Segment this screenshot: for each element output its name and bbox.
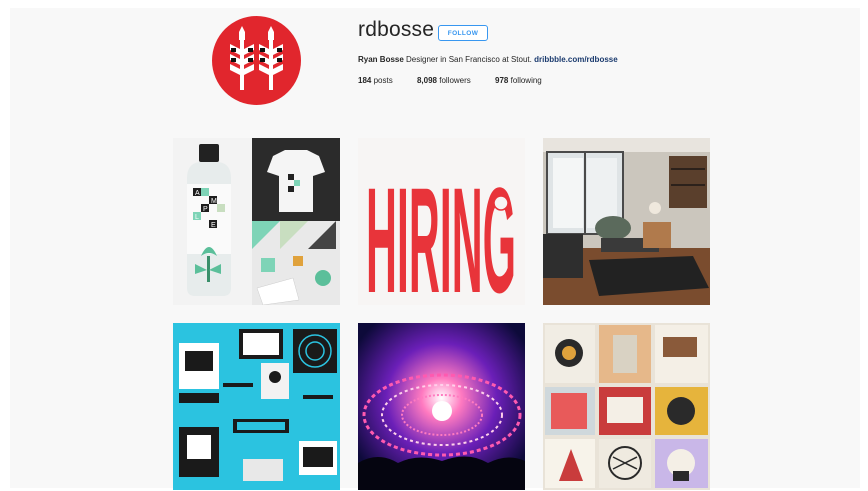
bio-text: Designer in San Francisco at Stout.	[406, 55, 532, 64]
post-living-room[interactable]	[543, 138, 710, 305]
hiring-text: HIRING	[366, 156, 516, 305]
post-illustration-collage[interactable]	[543, 323, 710, 490]
post-concert-stage[interactable]	[358, 323, 525, 490]
following-label: following	[510, 76, 542, 85]
ample-letter-e: E	[211, 222, 216, 229]
following-count: 978	[495, 76, 509, 85]
following-stat[interactable]: 978 following	[495, 76, 542, 85]
username: rdbosse	[358, 18, 435, 41]
wheat-logo-icon	[230, 26, 283, 90]
followers-stat[interactable]: 8,098 followers	[417, 76, 471, 85]
ample-letter-a: A	[195, 190, 200, 197]
follow-button[interactable]: FOLLOW	[438, 25, 488, 41]
followers-label: followers	[439, 76, 471, 85]
full-name: Ryan Bosse	[358, 55, 404, 64]
ample-letter-l: L	[195, 214, 199, 221]
avatar[interactable]	[212, 16, 301, 105]
post-ample-branding[interactable]: A M P L E	[173, 138, 340, 305]
ample-letter-m: M	[211, 198, 217, 205]
bio: Ryan Bosse Designer in San Francisco at …	[358, 55, 618, 64]
profile-stats: 184 posts 8,098 followers 978 following	[358, 76, 564, 85]
posts-label: posts	[373, 76, 393, 85]
followers-count: 8,098	[416, 76, 437, 85]
ample-letter-p: P	[203, 206, 208, 213]
profile-page: rdbosse FOLLOW Ryan Bosse Designer in Sa…	[10, 8, 860, 490]
posts-count: 184	[358, 76, 372, 85]
post-hiring-poster[interactable]: HIRING	[358, 138, 525, 305]
posts-stat: 184 posts	[358, 76, 393, 85]
website-link[interactable]: dribbble.com/rdbosse	[534, 55, 618, 64]
post-computer-illustration[interactable]	[173, 323, 340, 490]
